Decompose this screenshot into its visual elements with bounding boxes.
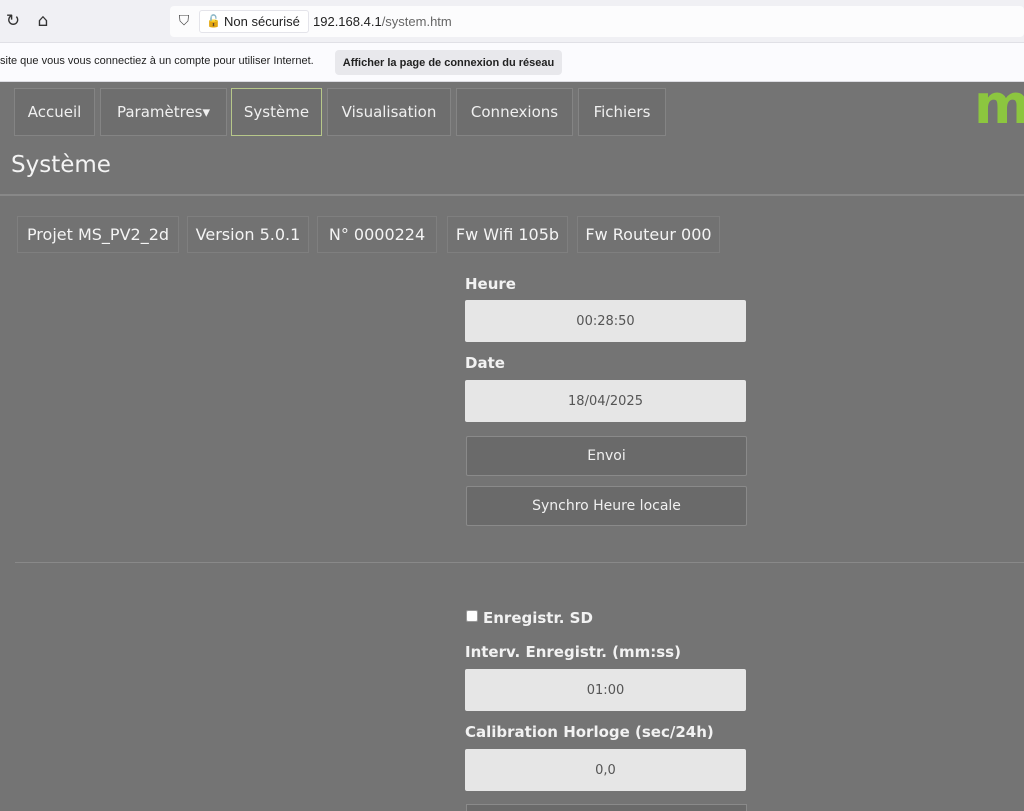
info-version: Version 5.0.1	[187, 216, 309, 253]
browser-toolbar: ↻ ⌂ ⛉ 🔓 Non sécurisé 192.168.4.1/system.…	[0, 0, 1024, 43]
reload-icon[interactable]: ↻	[0, 8, 26, 34]
calibration-label: Calibration Horloge (sec/24h)	[465, 723, 714, 741]
interv-input[interactable]	[465, 669, 746, 711]
date-input[interactable]	[465, 380, 746, 422]
url-text[interactable]: 192.168.4.1/system.htm	[313, 13, 452, 30]
logo-text: m	[974, 87, 1024, 129]
nav-fichiers[interactable]: Fichiers	[578, 88, 666, 136]
synchro-heure-button[interactable]: Synchro Heure locale	[466, 486, 747, 526]
enregistr-sd-label: Enregistr. SD	[483, 609, 593, 627]
info-serial: N° 0000224	[317, 216, 437, 253]
enregistr-sd-checkbox[interactable]	[466, 610, 478, 622]
nav-accueil[interactable]: Accueil	[14, 88, 95, 136]
main-nav: Accueil Paramètres▾ Système Visualisatio…	[0, 82, 1024, 142]
brand-logo: m	[972, 87, 1024, 129]
url-host: 192.168.4.1	[313, 14, 382, 29]
calibration-input[interactable]	[465, 749, 746, 791]
url-path: /system.htm	[381, 14, 452, 29]
show-login-page-button[interactable]: Afficher la page de connexion du réseau	[335, 50, 562, 75]
shield-icon[interactable]: ⛉	[176, 13, 192, 30]
nav-visualisation[interactable]: Visualisation	[327, 88, 451, 136]
url-bar[interactable]: ⛉ 🔓 Non sécurisé 192.168.4.1/system.htm	[170, 6, 1024, 37]
notification-text: site que vous vous connectiez à un compt…	[0, 55, 314, 67]
nav-parametres[interactable]: Paramètres▾	[100, 88, 227, 136]
security-label: Non sécurisé	[224, 14, 300, 29]
security-indicator[interactable]: 🔓 Non sécurisé	[199, 10, 309, 33]
info-projet: Projet MS_PV2_2d	[17, 216, 179, 253]
info-fw-wifi: Fw Wifi 105b	[447, 216, 568, 253]
nav-connexions[interactable]: Connexions	[456, 88, 573, 136]
section-divider	[15, 562, 1024, 563]
heure-input[interactable]	[465, 300, 746, 342]
system-page: Accueil Paramètres▾ Système Visualisatio…	[0, 82, 1024, 811]
date-label: Date	[465, 354, 505, 372]
nav-systeme[interactable]: Système	[231, 88, 322, 136]
next-button-partial[interactable]	[466, 804, 747, 811]
title-divider	[0, 194, 1024, 196]
interv-label: Interv. Enregistr. (mm:ss)	[465, 643, 681, 661]
envoi-button[interactable]: Envoi	[466, 436, 747, 476]
insecure-lock-icon: 🔓	[206, 14, 221, 28]
page-title: Système	[11, 152, 111, 178]
home-icon[interactable]: ⌂	[30, 8, 56, 34]
heure-label: Heure	[465, 275, 516, 293]
info-fw-routeur: Fw Routeur 000	[577, 216, 720, 253]
captive-portal-notification: site que vous vous connectiez à un compt…	[0, 43, 1024, 82]
